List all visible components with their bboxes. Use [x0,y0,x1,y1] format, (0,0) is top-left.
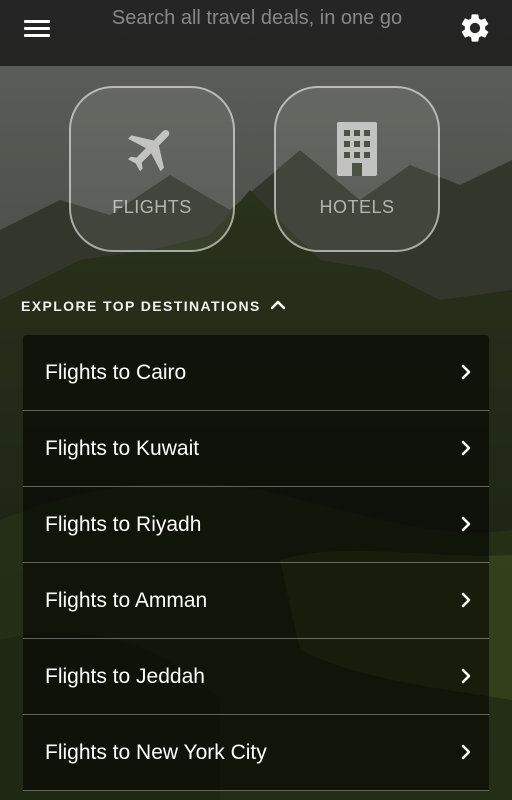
destination-label: Flights to Amman [45,589,208,612]
destination-label: Flights to Riyadh [45,513,202,536]
chevron-right-icon [461,440,471,461]
chevron-right-icon [461,592,471,613]
airplane-icon [123,120,181,183]
list-item-new-york-city[interactable]: Flights to New York City [23,715,489,791]
list-item-cairo[interactable]: Flights to Cairo [23,335,489,411]
list-item-kuwait[interactable]: Flights to Kuwait [23,411,489,487]
list-item-jeddah[interactable]: Flights to Jeddah [23,639,489,715]
destinations-list: Flights to Cairo Flights to Kuwait Fligh… [23,335,489,791]
chevron-right-icon [461,744,471,765]
explore-destinations-label: EXPLORE TOP DESTINATIONS [21,298,261,314]
explore-destinations-toggle[interactable]: EXPLORE TOP DESTINATIONS [21,297,286,315]
search-input[interactable] [82,0,432,36]
hotels-label: HOTELS [319,197,395,217]
destination-label: Flights to Jeddah [45,665,205,688]
building-icon [334,120,380,183]
list-item-riyadh[interactable]: Flights to Riyadh [23,487,489,563]
hotels-button[interactable]: HOTELS [274,86,440,252]
hamburger-menu-icon[interactable] [18,14,56,44]
flights-label: FLIGHTS [112,197,192,217]
destination-label: Flights to New York City [45,741,267,764]
chevron-up-icon [270,297,286,315]
top-bar [0,0,512,66]
destination-label: Flights to Kuwait [45,437,200,460]
chevron-right-icon [461,668,471,689]
chevron-right-icon [461,516,471,537]
flights-button[interactable]: FLIGHTS [69,86,235,252]
destination-label: Flights to Cairo [45,361,187,384]
chevron-right-icon [461,364,471,385]
gear-icon[interactable] [458,11,492,45]
list-item-amman[interactable]: Flights to Amman [23,563,489,639]
